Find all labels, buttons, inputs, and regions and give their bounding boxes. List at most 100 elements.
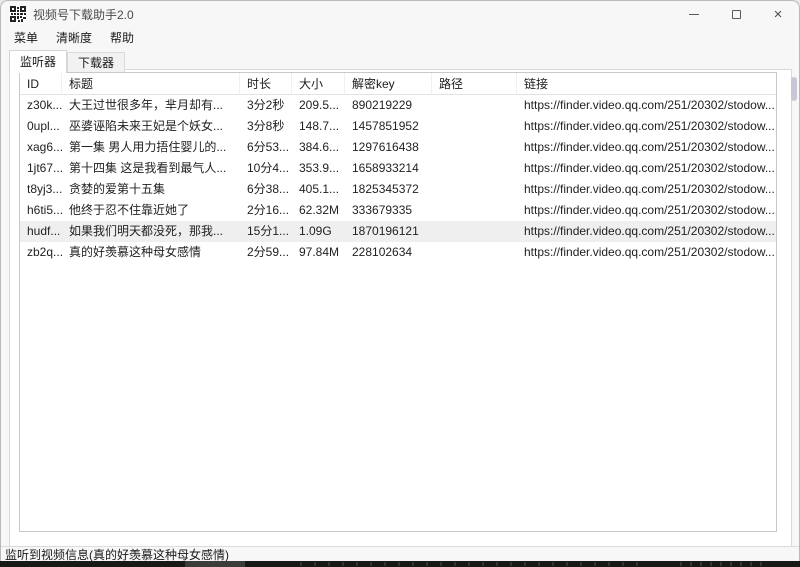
- cell-duration: 10分4...: [240, 158, 292, 179]
- cell-duration: 3分8秒: [240, 116, 292, 137]
- column-header-id[interactable]: ID: [20, 73, 62, 94]
- cell-key: 228102634: [345, 242, 432, 263]
- maximize-icon: [732, 10, 741, 19]
- cell-id: t8yj3...: [20, 179, 62, 200]
- column-header-duration[interactable]: 时长: [240, 73, 292, 94]
- video-table: ID 标题 时长 大小 解密key 路径 链接 z30k... 大王过世很多年，…: [19, 72, 777, 532]
- table-row[interactable]: z30k... 大王过世很多年，芈月却有... 3分2秒 209.5... 89…: [20, 95, 776, 116]
- cell-duration: 2分16...: [240, 200, 292, 221]
- cell-link: https://finder.video.qq.com/251/20302/st…: [517, 242, 776, 263]
- cell-size: 62.32M: [292, 200, 345, 221]
- cell-size: 384.6...: [292, 137, 345, 158]
- close-button[interactable]: ×: [757, 1, 799, 27]
- cell-size: 353.9...: [292, 158, 345, 179]
- cell-key: 1297616438: [345, 137, 432, 158]
- cell-key: 890219229: [345, 95, 432, 116]
- cell-path: [432, 158, 517, 179]
- cell-id: hudf...: [20, 221, 62, 242]
- table-row[interactable]: hudf... 如果我们明天都没死，那我... 15分1... 1.09G 18…: [20, 221, 776, 242]
- table-row[interactable]: 1jt67... 第十四集 这是我看到最气人... 10分4... 353.9.…: [20, 158, 776, 179]
- cell-path: [432, 95, 517, 116]
- cell-link: https://finder.video.qq.com/251/20302/st…: [517, 200, 776, 221]
- cell-path: [432, 221, 517, 242]
- cell-duration: 6分38...: [240, 179, 292, 200]
- cell-size: 405.1...: [292, 179, 345, 200]
- cell-title: 大王过世很多年，芈月却有...: [62, 95, 240, 116]
- tab-listener[interactable]: 监听器: [9, 50, 67, 73]
- cell-key: 1457851952: [345, 116, 432, 137]
- cell-path: [432, 179, 517, 200]
- cell-path: [432, 116, 517, 137]
- column-header-link[interactable]: 链接: [517, 73, 776, 94]
- listener-tab-panel: ID 标题 时长 大小 解密key 路径 链接 z30k... 大王过世很多年，…: [9, 69, 792, 547]
- cell-duration: 2分59...: [240, 242, 292, 263]
- cell-title: 他终于忍不住靠近她了: [62, 200, 240, 221]
- cell-id: xag6...: [20, 137, 62, 158]
- table-row[interactable]: zb2q... 真的好羡慕这种母女感情 2分59... 97.84M 22810…: [20, 242, 776, 263]
- cell-link: https://finder.video.qq.com/251/20302/st…: [517, 95, 776, 116]
- column-header-path[interactable]: 路径: [432, 73, 517, 94]
- table-body: z30k... 大王过世很多年，芈月却有... 3分2秒 209.5... 89…: [20, 95, 776, 263]
- taskbar-fragment: [300, 562, 640, 566]
- vertical-scrollbar[interactable]: [790, 71, 798, 547]
- taskbar-strip: [0, 561, 800, 567]
- cell-path: [432, 242, 517, 263]
- app-window: 视频号下载助手2.0 × 菜单 清晰度 帮助 监听器 下载器 ID 标题: [0, 0, 800, 561]
- table-row[interactable]: xag6... 第一集 男人用力捂住婴儿的... 6分53... 384.6..…: [20, 137, 776, 158]
- tab-downloader[interactable]: 下载器: [67, 52, 125, 72]
- taskbar-fragment: [680, 562, 770, 566]
- cell-link: https://finder.video.qq.com/251/20302/st…: [517, 116, 776, 137]
- window-controls: ×: [673, 1, 799, 27]
- cell-duration: 3分2秒: [240, 95, 292, 116]
- table-row[interactable]: 0upl... 巫婆诬陷未来王妃是个妖女... 3分8秒 148.7... 14…: [20, 116, 776, 137]
- tabstrip: 监听器 下载器: [9, 49, 799, 72]
- cell-id: zb2q...: [20, 242, 62, 263]
- menu-item-menu[interactable]: 菜单: [5, 27, 47, 48]
- cell-id: 0upl...: [20, 116, 62, 137]
- column-header-key[interactable]: 解密key: [345, 73, 432, 94]
- cell-title: 第一集 男人用力捂住婴儿的...: [62, 137, 240, 158]
- minimize-button[interactable]: [673, 1, 715, 27]
- cell-id: h6ti5...: [20, 200, 62, 221]
- maximize-button[interactable]: [715, 1, 757, 27]
- menu-item-quality[interactable]: 清晰度: [47, 27, 101, 48]
- table-header: ID 标题 时长 大小 解密key 路径 链接: [20, 73, 776, 95]
- cell-size: 1.09G: [292, 221, 345, 242]
- menubar: 菜单 清晰度 帮助: [1, 27, 799, 47]
- table-row[interactable]: t8yj3... 贪婪的爱第十五集 6分38... 405.1... 18253…: [20, 179, 776, 200]
- cell-link: https://finder.video.qq.com/251/20302/st…: [517, 158, 776, 179]
- cell-title: 如果我们明天都没死，那我...: [62, 221, 240, 242]
- cell-id: z30k...: [20, 95, 62, 116]
- app-icon: [10, 6, 26, 22]
- cell-key: 333679335: [345, 200, 432, 221]
- cell-size: 148.7...: [292, 116, 345, 137]
- column-header-size[interactable]: 大小: [292, 73, 345, 94]
- cell-id: 1jt67...: [20, 158, 62, 179]
- cell-size: 209.5...: [292, 95, 345, 116]
- menu-item-help[interactable]: 帮助: [101, 27, 143, 48]
- window-title: 视频号下载助手2.0: [33, 6, 134, 23]
- titlebar[interactable]: 视频号下载助手2.0 ×: [1, 1, 799, 27]
- cell-key: 1870196121: [345, 221, 432, 242]
- cell-link: https://finder.video.qq.com/251/20302/st…: [517, 221, 776, 242]
- statusbar: 监听到视频信息(真的好羡慕这种母女感情): [1, 546, 799, 561]
- cell-title: 巫婆诬陷未来王妃是个妖女...: [62, 116, 240, 137]
- close-icon: ×: [774, 7, 783, 22]
- cell-path: [432, 137, 517, 158]
- cell-key: 1658933214: [345, 158, 432, 179]
- cell-path: [432, 200, 517, 221]
- cell-link: https://finder.video.qq.com/251/20302/st…: [517, 179, 776, 200]
- cell-title: 贪婪的爱第十五集: [62, 179, 240, 200]
- scrollbar-thumb[interactable]: [791, 77, 797, 101]
- cell-duration: 15分1...: [240, 221, 292, 242]
- column-header-title[interactable]: 标题: [62, 73, 240, 94]
- cell-link: https://finder.video.qq.com/251/20302/st…: [517, 137, 776, 158]
- cell-title: 第十四集 这是我看到最气人...: [62, 158, 240, 179]
- minimize-icon: [689, 14, 699, 15]
- table-row[interactable]: h6ti5... 他终于忍不住靠近她了 2分16... 62.32M 33367…: [20, 200, 776, 221]
- cell-title: 真的好羡慕这种母女感情: [62, 242, 240, 263]
- taskbar-fragment: [185, 561, 245, 567]
- cell-size: 97.84M: [292, 242, 345, 263]
- cell-duration: 6分53...: [240, 137, 292, 158]
- cell-key: 1825345372: [345, 179, 432, 200]
